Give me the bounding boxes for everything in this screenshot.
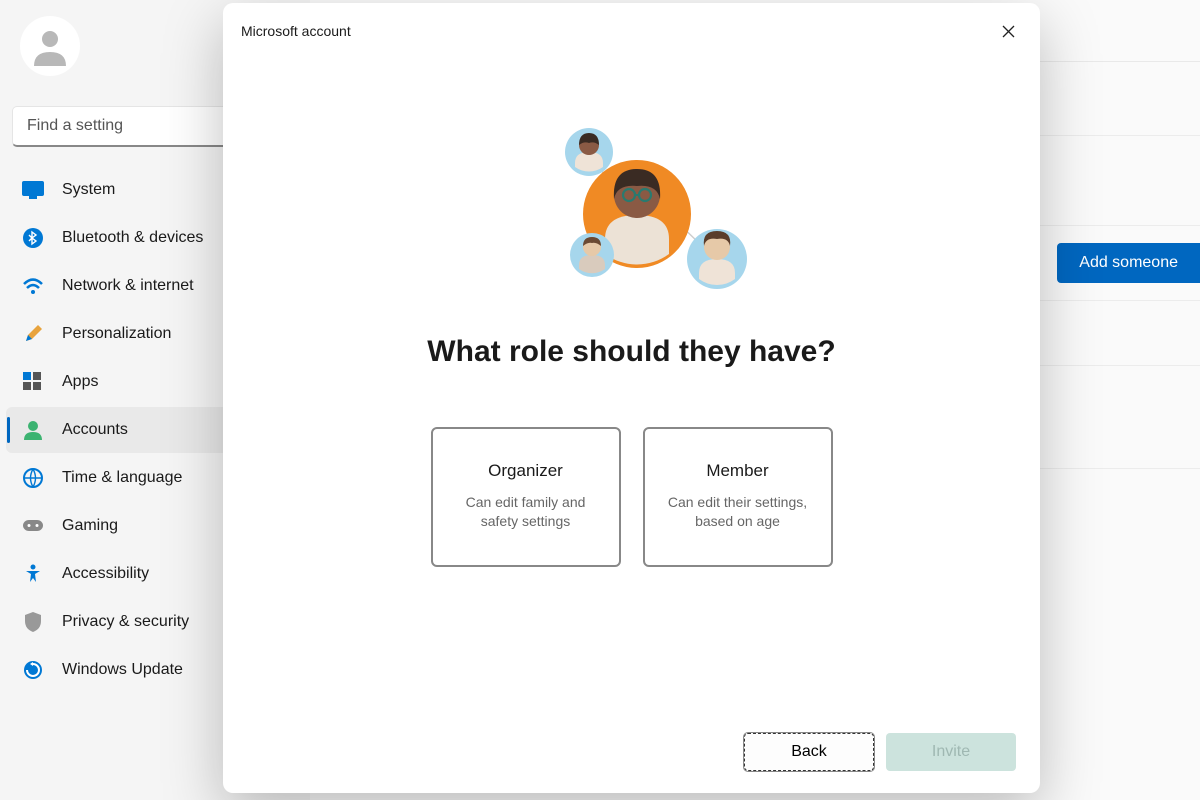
dialog-heading: What role should they have?: [427, 335, 835, 369]
paintbrush-icon: [22, 323, 44, 345]
person-icon: [30, 26, 70, 66]
system-icon: [22, 179, 44, 201]
sidebar-item-label: Accounts: [62, 421, 128, 439]
sidebar-item-label: Time & language: [62, 469, 182, 487]
back-button[interactable]: Back: [744, 733, 874, 771]
apps-icon: [22, 371, 44, 393]
dialog-body: What role should they have? Organizer Ca…: [223, 59, 1040, 715]
sidebar-item-label: Network & internet: [62, 277, 194, 295]
role-options: Organizer Can edit family and safety set…: [431, 427, 833, 567]
wifi-icon: [22, 275, 44, 297]
role-description: Can edit family and safety settings: [449, 493, 603, 531]
close-icon: [1002, 25, 1015, 38]
sidebar-item-label: Personalization: [62, 325, 171, 343]
role-title: Member: [661, 461, 815, 481]
family-illustration: [502, 119, 762, 309]
dialog-footer: Back Invite: [223, 715, 1040, 793]
role-card-organizer[interactable]: Organizer Can edit family and safety set…: [431, 427, 621, 567]
role-selection-dialog: Microsoft account: [223, 3, 1040, 793]
role-title: Organizer: [449, 461, 603, 481]
dialog-header: Microsoft account: [223, 3, 1040, 59]
add-someone-button[interactable]: Add someone: [1057, 243, 1200, 283]
role-card-member[interactable]: Member Can edit their settings, based on…: [643, 427, 833, 567]
gamepad-icon: [22, 515, 44, 537]
close-button[interactable]: [994, 17, 1022, 45]
sidebar-item-label: Windows Update: [62, 661, 183, 679]
accessibility-icon: [22, 563, 44, 585]
shield-icon: [22, 611, 44, 633]
accounts-icon: [22, 419, 44, 441]
dialog-title: Microsoft account: [241, 23, 351, 39]
avatar: [20, 16, 80, 76]
sidebar-item-label: Bluetooth & devices: [62, 229, 203, 247]
role-description: Can edit their settings, based on age: [661, 493, 815, 531]
sidebar-item-label: Accessibility: [62, 565, 149, 583]
bluetooth-icon: [22, 227, 44, 249]
sidebar-item-label: System: [62, 181, 115, 199]
invite-button[interactable]: Invite: [886, 733, 1016, 771]
globe-clock-icon: [22, 467, 44, 489]
sidebar-item-label: Privacy & security: [62, 613, 189, 631]
update-icon: [22, 659, 44, 681]
sidebar-item-label: Gaming: [62, 517, 118, 535]
sidebar-item-label: Apps: [62, 373, 98, 391]
